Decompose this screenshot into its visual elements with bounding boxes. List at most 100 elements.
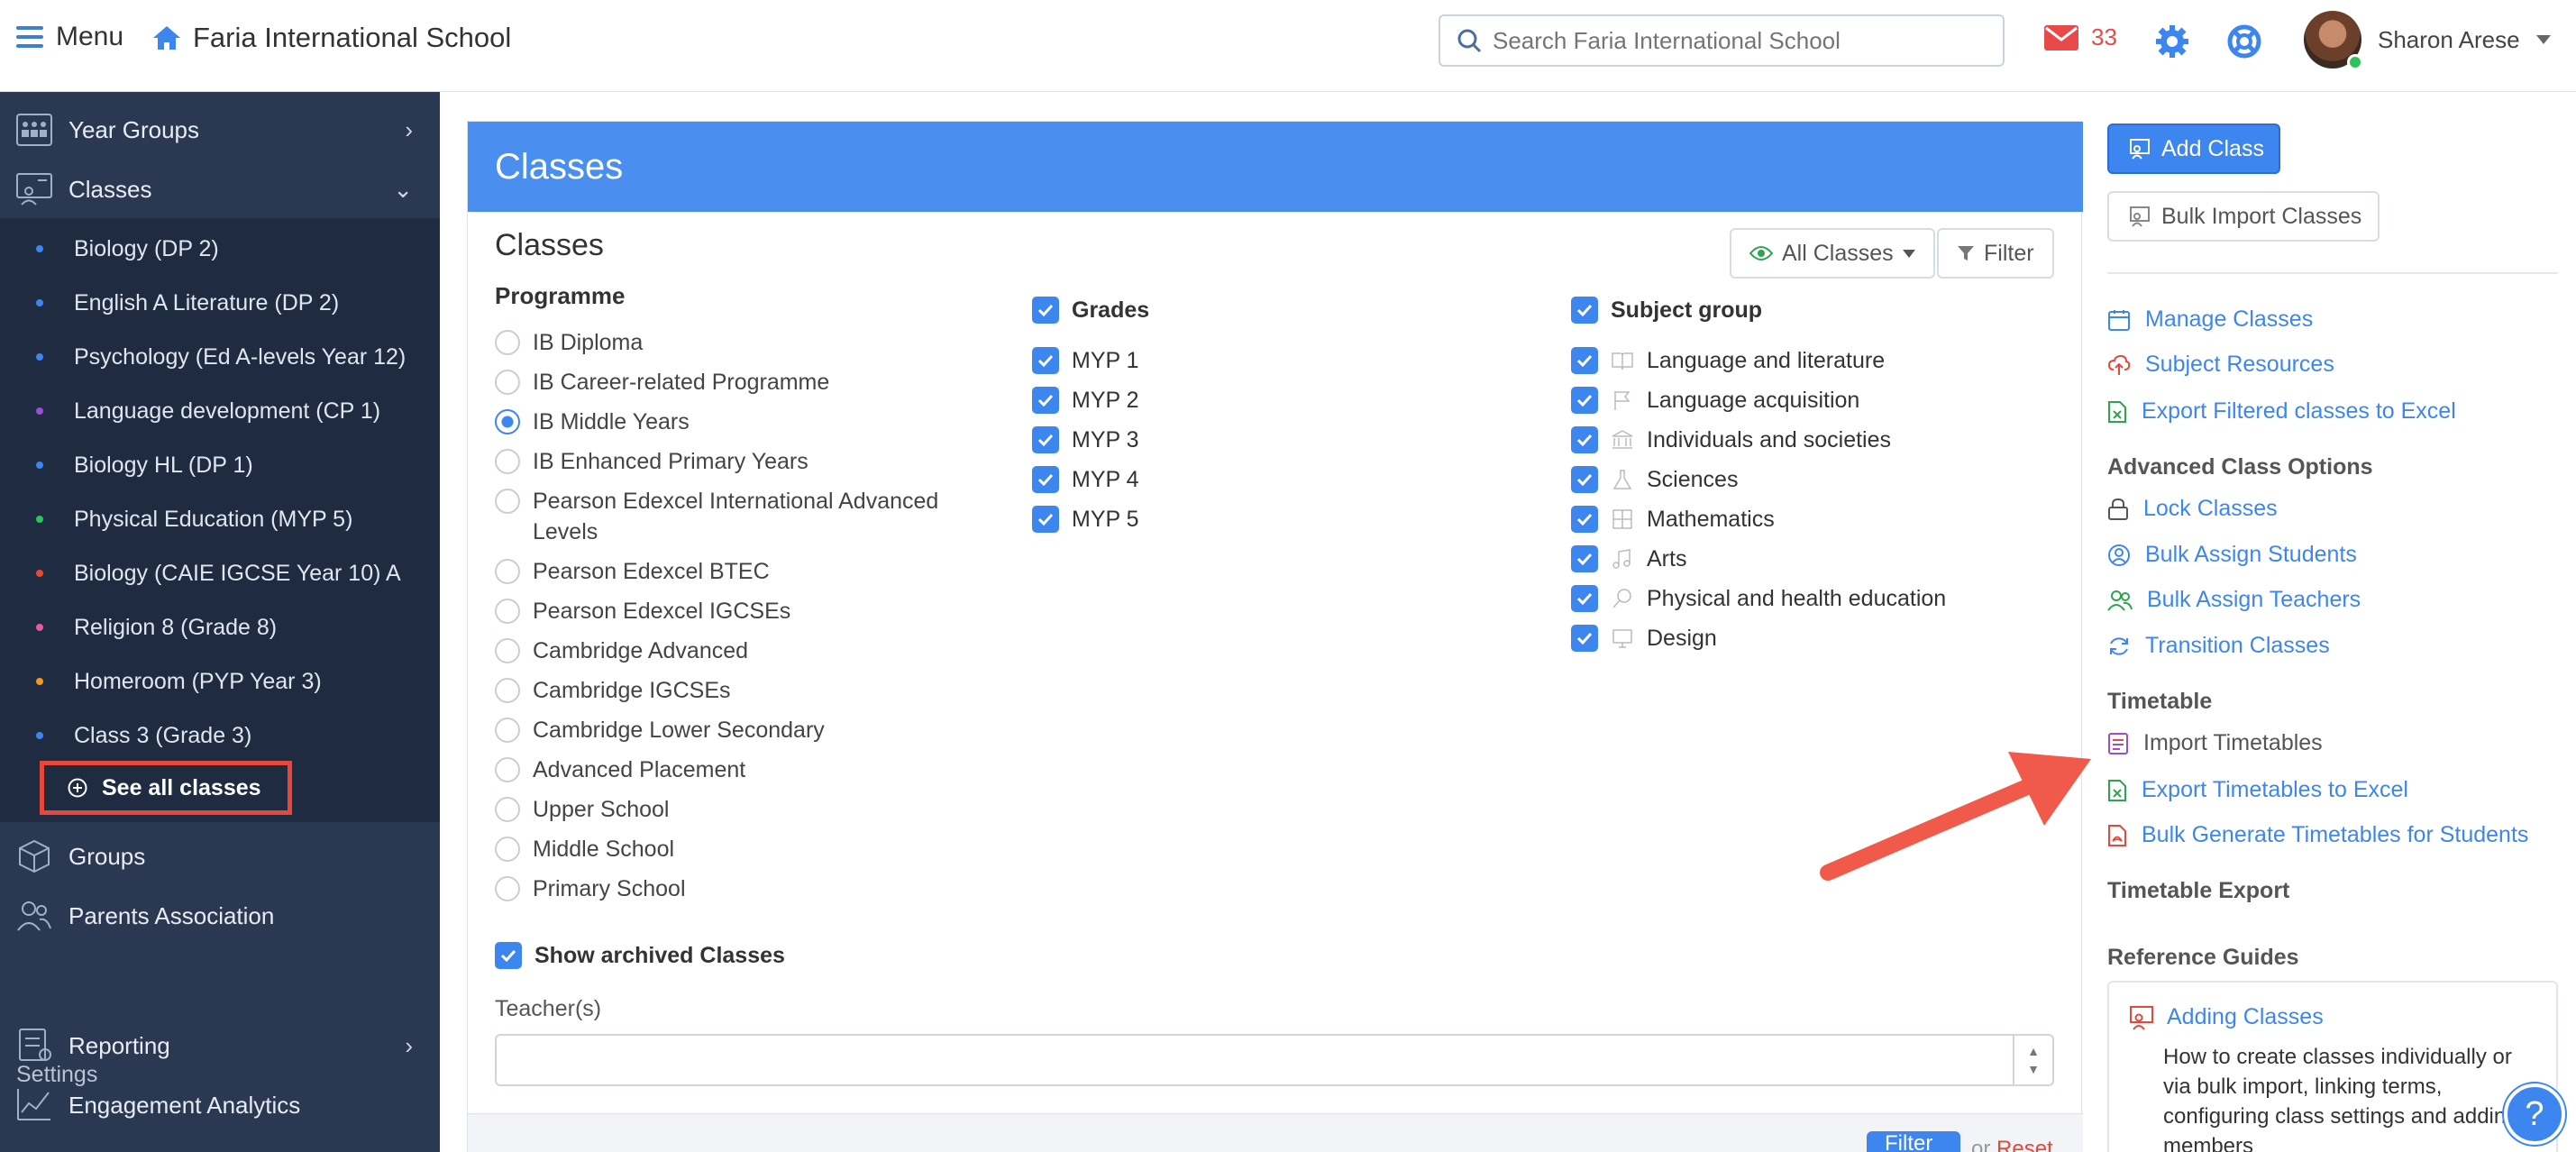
- all-classes-dropdown[interactable]: All Classes: [1730, 228, 1935, 279]
- radio-button[interactable]: [495, 559, 520, 584]
- radio-button[interactable]: [495, 718, 520, 743]
- subject-option[interactable]: Individuals and societies: [1571, 426, 1891, 453]
- programme-option[interactable]: IB Diploma: [495, 327, 643, 358]
- sidebar-class-item[interactable]: Biology (DP 2): [0, 222, 440, 276]
- checkbox-checked[interactable]: [1571, 545, 1598, 572]
- grade-option[interactable]: MYP 4: [1032, 466, 1139, 493]
- programme-option[interactable]: Advanced Placement: [495, 754, 745, 785]
- radio-button[interactable]: [495, 797, 520, 822]
- lock-classes-link[interactable]: Lock Classes: [2107, 496, 2278, 522]
- radio-button[interactable]: [495, 449, 520, 474]
- mail-button[interactable]: 33: [2044, 23, 2117, 51]
- checkbox-checked[interactable]: [1571, 426, 1598, 453]
- see-all-classes-link[interactable]: See all classes: [40, 761, 292, 815]
- radio-button[interactable]: [495, 370, 520, 395]
- sidebar-item-parents-association[interactable]: Parents Association: [0, 887, 440, 945]
- subject-resources-link[interactable]: Subject Resources: [2107, 352, 2334, 378]
- subject-option[interactable]: Mathematics: [1571, 506, 1775, 533]
- programme-option[interactable]: IB Middle Years: [495, 407, 690, 437]
- checkbox-checked[interactable]: [1032, 387, 1059, 414]
- menu-button[interactable]: Menu: [16, 22, 123, 52]
- checkbox-checked[interactable]: [495, 942, 522, 969]
- programme-option[interactable]: Pearson Edexcel International Advanced L…: [495, 486, 964, 547]
- programme-option[interactable]: Primary School: [495, 873, 686, 904]
- user-menu[interactable]: Sharon Arese: [2304, 11, 2551, 70]
- transition-classes-link[interactable]: Transition Classes: [2107, 633, 2330, 659]
- grade-option[interactable]: MYP 1: [1032, 347, 1139, 374]
- checkbox-checked[interactable]: [1032, 506, 1059, 533]
- checkbox-checked[interactable]: [1032, 297, 1059, 324]
- select-stepper[interactable]: ▲ ▼: [2013, 1036, 2052, 1084]
- teacher-input[interactable]: ▲ ▼: [495, 1034, 2054, 1086]
- radio-button[interactable]: [495, 678, 520, 703]
- gear-icon[interactable]: [2154, 23, 2190, 59]
- radio-button-selected[interactable]: [495, 409, 520, 434]
- show-archived-checkbox[interactable]: Show archived Classes: [495, 942, 785, 969]
- programme-option[interactable]: Pearson Edexcel BTEC: [495, 556, 770, 587]
- sidebar-class-item[interactable]: Psychology (Ed A-levels Year 12): [0, 330, 440, 384]
- checkbox-checked[interactable]: [1571, 387, 1598, 414]
- filter-button[interactable]: Filter: [1937, 228, 2054, 279]
- sidebar-item-groups[interactable]: Groups: [0, 827, 440, 885]
- sidebar-class-item[interactable]: Homeroom (PYP Year 3): [0, 654, 440, 709]
- checkbox-checked[interactable]: [1571, 506, 1598, 533]
- sidebar-item-reporting[interactable]: Reporting ›: [0, 1017, 440, 1074]
- export-timetables-link[interactable]: Export Timetables to Excel: [2107, 777, 2408, 803]
- import-timetables-link[interactable]: Import Timetables: [2107, 730, 2323, 756]
- programme-option[interactable]: Cambridge Advanced: [495, 635, 748, 666]
- radio-button[interactable]: [495, 757, 520, 782]
- subject-option[interactable]: Arts: [1571, 545, 1686, 572]
- export-filtered-classes-link[interactable]: Export Filtered classes to Excel: [2107, 398, 2456, 425]
- programme-option[interactable]: IB Career-related Programme: [495, 367, 829, 398]
- checkbox-checked[interactable]: [1032, 466, 1059, 493]
- programme-option[interactable]: Middle School: [495, 834, 674, 864]
- reference-card[interactable]: Adding Classes How to create classes ind…: [2107, 981, 2558, 1152]
- manage-classes-link[interactable]: Manage Classes: [2107, 306, 2313, 333]
- subject-option[interactable]: Language and literature: [1571, 347, 1885, 374]
- sidebar-class-item[interactable]: Religion 8 (Grade 8): [0, 600, 440, 654]
- school-home-link[interactable]: Faria International School: [151, 22, 511, 54]
- radio-button[interactable]: [495, 489, 520, 514]
- bulk-assign-students-link[interactable]: Bulk Assign Students: [2107, 542, 2357, 568]
- programme-option[interactable]: Cambridge Lower Secondary: [495, 715, 825, 745]
- search-box[interactable]: [1439, 14, 2005, 67]
- checkbox-checked[interactable]: [1571, 466, 1598, 493]
- apply-filter-button[interactable]: Filter: [1867, 1131, 1960, 1152]
- subject-option[interactable]: Design: [1571, 625, 1717, 652]
- reset-link[interactable]: Reset: [1996, 1137, 2053, 1152]
- subject-option[interactable]: Physical and health education: [1571, 585, 1946, 612]
- sidebar-class-item[interactable]: Class 3 (Grade 3): [0, 709, 440, 763]
- checkbox-checked[interactable]: [1571, 347, 1598, 374]
- subject-option[interactable]: Language acquisition: [1571, 387, 1859, 414]
- sidebar-item-year-groups[interactable]: Year Groups ›: [0, 101, 440, 159]
- help-button[interactable]: ?: [2504, 1083, 2565, 1145]
- checkbox-checked[interactable]: [1571, 585, 1598, 612]
- radio-button[interactable]: [495, 330, 520, 355]
- checkbox-checked[interactable]: [1571, 297, 1598, 324]
- subject-option[interactable]: Sciences: [1571, 466, 1738, 493]
- sidebar-class-item[interactable]: Language development (CP 1): [0, 384, 440, 438]
- sidebar-class-item[interactable]: Physical Education (MYP 5): [0, 492, 440, 546]
- checkbox-checked[interactable]: [1032, 347, 1059, 374]
- bulk-assign-teachers-link[interactable]: Bulk Assign Teachers: [2107, 587, 2361, 613]
- programme-option[interactable]: IB Enhanced Primary Years: [495, 446, 808, 477]
- radio-button[interactable]: [495, 599, 520, 624]
- radio-button[interactable]: [495, 876, 520, 901]
- bulk-generate-timetables-link[interactable]: Bulk Generate Timetables for Students: [2107, 822, 2528, 848]
- sidebar-class-item[interactable]: Biology (CAIE IGCSE Year 10) A: [0, 546, 440, 600]
- grades-all-checkbox[interactable]: Grades: [1032, 297, 1149, 324]
- sidebar-item-classes[interactable]: Classes ⌄: [0, 160, 440, 218]
- grade-option[interactable]: MYP 5: [1032, 506, 1139, 533]
- programme-option[interactable]: Upper School: [495, 794, 669, 825]
- lifebuoy-icon[interactable]: [2226, 23, 2262, 59]
- reference-card-title-row[interactable]: Adding Classes: [2129, 1004, 2324, 1030]
- sidebar-class-item[interactable]: Biology HL (DP 1): [0, 438, 440, 492]
- bulk-import-classes-button[interactable]: Bulk Import Classes: [2107, 191, 2380, 242]
- grade-option[interactable]: MYP 3: [1032, 426, 1139, 453]
- add-class-button[interactable]: Add Class: [2107, 123, 2280, 174]
- checkbox-checked[interactable]: [1032, 426, 1059, 453]
- programme-option[interactable]: Pearson Edexcel IGCSEs: [495, 596, 790, 626]
- checkbox-checked[interactable]: [1571, 625, 1598, 652]
- search-input[interactable]: [1493, 26, 1979, 55]
- grade-option[interactable]: MYP 2: [1032, 387, 1139, 414]
